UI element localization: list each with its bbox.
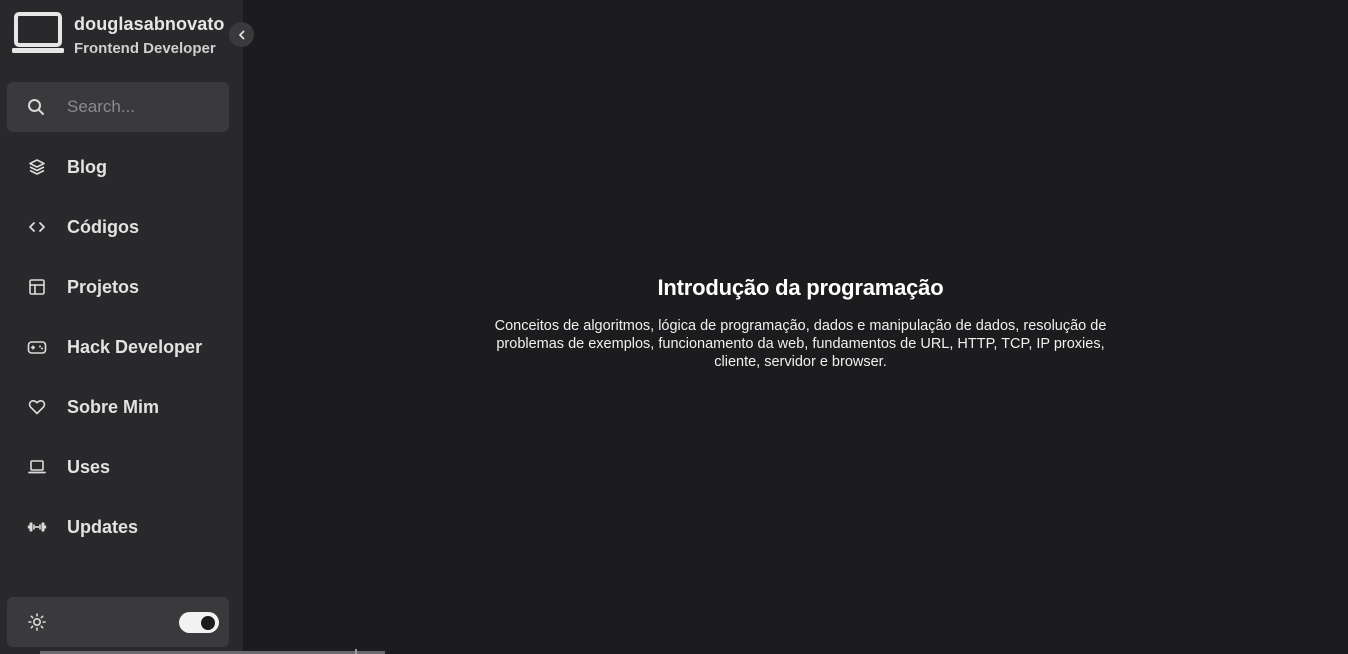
sidebar-item-hack-developer[interactable]: Hack Developer (7, 325, 229, 369)
profile-role: Frontend Developer (74, 40, 216, 57)
laptop-icon (12, 12, 64, 53)
search-icon (28, 99, 44, 115)
chevron-left-icon (238, 30, 244, 39)
sidebar-item-updates[interactable]: Updates (7, 505, 229, 549)
profile-header[interactable]: douglasabnovato Frontend Developer (12, 10, 243, 60)
app-window: douglasabnovato Frontend Developer Blog (0, 0, 1348, 654)
layout-icon (27, 277, 47, 297)
layers-icon (27, 157, 47, 177)
laptop-icon (27, 457, 47, 477)
search-box (7, 82, 229, 132)
sun-icon (28, 613, 46, 631)
heart-icon (27, 397, 47, 417)
code-icon (27, 217, 47, 237)
dumbbell-icon (27, 517, 47, 537)
sidebar-item-label: Projetos (67, 276, 140, 297)
sidebar-item-sobre-mim[interactable]: Sobre Mim (7, 385, 229, 429)
sidebar-item-codigos[interactable]: Códigos (7, 205, 229, 249)
gamepad-icon (27, 337, 47, 357)
toggle-knob (201, 615, 215, 630)
sidebar-item-label: Sobre Mim (67, 396, 160, 417)
sidebar-item-blog[interactable]: Blog (7, 145, 229, 189)
intro-section: Introdução da programação Conceitos de a… (243, 275, 1348, 371)
sidebar-item-label: Hack Developer (67, 336, 203, 357)
sidebar-item-projetos[interactable]: Projetos (7, 265, 229, 309)
sidebar-item-uses[interactable]: Uses (7, 445, 229, 489)
page-title: Introdução da programação (657, 275, 944, 300)
scrollbar-marker (355, 649, 357, 654)
theme-panel (7, 597, 229, 647)
collapse-sidebar-button[interactable] (229, 22, 254, 47)
profile-name: douglasabnovato (74, 14, 225, 34)
search-input[interactable] (65, 82, 222, 132)
sidebar-item-label: Uses (67, 456, 111, 477)
sidebar-item-label: Blog (67, 156, 107, 177)
sidebar: douglasabnovato Frontend Developer Blog (0, 0, 243, 654)
main-content: Introdução da programação Conceitos de a… (243, 0, 1348, 654)
theme-toggle[interactable] (179, 612, 219, 633)
page-description: Conceitos de algoritmos, lógica de progr… (494, 318, 1107, 370)
sidebar-item-label: Códigos (67, 216, 139, 237)
sidebar-item-label: Updates (67, 516, 139, 537)
